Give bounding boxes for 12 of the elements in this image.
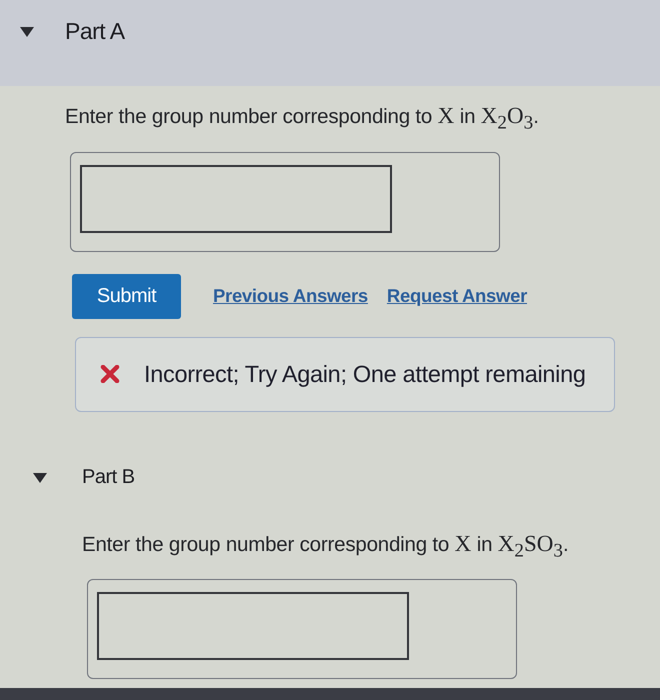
answer-link[interactable]: Previous Answers xyxy=(213,285,368,308)
part-title: Part B xyxy=(82,464,135,490)
question-text: Enter the group number corresponding to X in X$_{2}$O$_{3}$. xyxy=(65,104,539,136)
part-header[interactable]: Part A xyxy=(0,0,660,86)
submit-button[interactable]: Submit xyxy=(72,274,181,319)
part-header[interactable]: Part B xyxy=(0,434,660,514)
answer-field[interactable] xyxy=(97,592,409,660)
question-text: Enter the group number corresponding to X in X$_{2}$SO$_{3}$. xyxy=(82,532,568,564)
part-title: Part A xyxy=(65,18,125,44)
answer-field[interactable] xyxy=(80,164,392,233)
feedback-text: Incorrect; Try Again; One attempt remaining xyxy=(144,360,586,388)
answer-link[interactable]: Request Answer xyxy=(386,285,527,308)
